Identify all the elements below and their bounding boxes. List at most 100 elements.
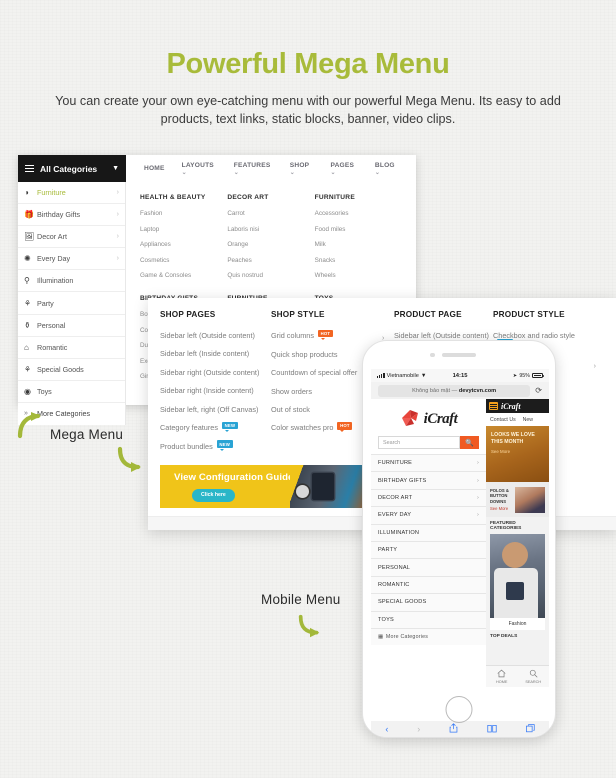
home-button[interactable] xyxy=(445,696,473,723)
sidebar-item-illumination[interactable]: ⚲ Illumination xyxy=(18,270,125,293)
mobile-menu-item-furniture[interactable]: FURNITURE › xyxy=(371,454,486,472)
site-logo[interactable]: iCraft xyxy=(371,399,486,436)
sidebar-item-party[interactable]: ⚘ Party xyxy=(18,292,125,315)
chevron-right-icon: › xyxy=(593,363,596,370)
nav-item-blog[interactable]: BLOG ⌄ xyxy=(375,162,399,176)
sidebar-item-label: Decor Art xyxy=(37,232,67,242)
mobile-menu-item-toys[interactable]: TOYS xyxy=(371,610,486,628)
menu-link[interactable]: Sidebar left (Outside content) xyxy=(160,331,265,340)
menu-link[interactable]: Sidebar left (Outside content) xyxy=(394,331,489,340)
mobile-menu-item-every-day[interactable]: EVERY DAY › xyxy=(371,506,486,524)
sidebar-item-furniture[interactable]: ◑ Furniture › xyxy=(18,182,125,205)
home-icon xyxy=(497,669,506,679)
featured-category-card[interactable]: Fashion xyxy=(490,534,545,630)
grid-icon: ▦ xyxy=(378,634,384,641)
mobile-menu-item-party[interactable]: PARTY xyxy=(371,540,486,559)
forward-icon: › xyxy=(417,724,421,734)
chevron-down-icon: ▼ xyxy=(112,165,119,172)
ios-status-bar: Vietnamobile ▼ 14:15 ➤ 95% xyxy=(371,369,549,382)
menu-link[interactable]: Countdown of special offer xyxy=(271,368,376,377)
sidebar-item-romantic[interactable]: ⌂ Romantic xyxy=(18,337,125,359)
promo-band[interactable]: POLOS & BUTTON DOWNS See More xyxy=(486,482,549,517)
menu-link[interactable]: Category features NEW xyxy=(160,421,265,432)
sidebar-item-label: Illumination xyxy=(37,276,74,286)
battery-percent-label: 95% xyxy=(519,372,530,379)
menu-link[interactable]: Snacks xyxy=(315,257,402,264)
share-icon[interactable] xyxy=(449,723,458,735)
sidebar-item-decor-art[interactable]: 🖼 Decor Art › xyxy=(18,226,125,249)
menu-link[interactable]: Orange xyxy=(227,241,314,248)
sidebar-item-every-day[interactable]: ✺ Every Day › xyxy=(18,248,125,271)
menu-link[interactable]: Wheels xyxy=(315,272,402,279)
menu-link[interactable]: Quis nostrud xyxy=(227,272,314,279)
promo-link[interactable]: See More xyxy=(490,506,512,511)
menu-link[interactable]: Quick shop products xyxy=(271,350,376,359)
sidebar-item-special-goods[interactable]: ⚘ Special Goods xyxy=(18,359,125,381)
menu-link[interactable]: Sidebar left, right (Off Canvas) xyxy=(160,405,265,414)
tab-label: SEARCH xyxy=(525,680,542,684)
tab-home[interactable]: HOME xyxy=(486,666,518,687)
menu-link[interactable]: Show orders xyxy=(271,387,376,396)
sidebar-item-personal[interactable]: ⚱ Personal xyxy=(18,315,125,337)
link-contact-us[interactable]: Contact Us xyxy=(490,417,516,423)
click-here-button[interactable]: Click here xyxy=(192,489,235,502)
menu-link[interactable]: Laboris nisi xyxy=(227,226,314,233)
hero-link[interactable]: See More xyxy=(491,449,544,454)
search-input[interactable]: Search xyxy=(378,436,460,449)
search-icon xyxy=(529,669,538,679)
menu-link[interactable]: Color swatches pro HOT xyxy=(271,421,376,432)
menu-link[interactable]: Sidebar left (Inside content) xyxy=(160,349,265,358)
config-guide-banner[interactable]: View Configuration Guide Click here xyxy=(160,465,386,508)
menu-link[interactable]: Cosmetics xyxy=(140,257,227,264)
reload-icon[interactable]: ⟳ xyxy=(535,386,542,395)
column-heading: PRODUCT STYLE xyxy=(493,310,565,319)
menu-link[interactable]: Peaches xyxy=(227,257,314,264)
link-new[interactable]: New xyxy=(523,417,533,423)
nav-item-layouts[interactable]: LAYOUTS ⌄ xyxy=(182,162,217,176)
picture-icon: 🖼 xyxy=(24,232,35,242)
hero-banner[interactable]: LOOKS WE LOVE THIS MONTH See More xyxy=(486,426,549,482)
menu-link[interactable]: Carrot xyxy=(227,210,314,217)
menu-link[interactable]: Milk xyxy=(315,241,402,248)
menu-link[interactable]: Out of stock xyxy=(271,405,376,414)
mobile-more-categories-button[interactable]: ▦ More Categories xyxy=(371,627,486,646)
menu-link[interactable]: Product bundles NEW xyxy=(160,440,265,451)
menu-link[interactable]: Accessories xyxy=(315,210,402,217)
nav-item-features[interactable]: FEATURES ⌄ xyxy=(234,162,273,176)
url-field[interactable]: Không bảo mật — devytcvn.com xyxy=(378,384,531,397)
search-icon[interactable]: 🔍 xyxy=(460,436,479,449)
mobile-menu-item-decor-art[interactable]: DECOR ART › xyxy=(371,488,486,507)
mobile-menu-item-special-goods[interactable]: SPECIAL GOODS xyxy=(371,593,486,611)
menu-link[interactable]: Sidebar right (Outside content) xyxy=(160,368,265,377)
hamburger-icon[interactable] xyxy=(489,402,498,410)
nav-item-home[interactable]: HOME xyxy=(144,165,165,172)
brand-label: iCraft xyxy=(423,410,458,427)
menu-link[interactable]: Fashion xyxy=(140,210,227,217)
mobile-tab-bar: HOME SEARCH xyxy=(486,665,549,687)
mobile-menu-item-romantic[interactable]: ROMANTIC xyxy=(371,575,486,594)
sidebar-item-birthday-gifts[interactable]: 🎁 Birthday Gifts › xyxy=(18,204,125,227)
back-icon[interactable]: ‹ xyxy=(385,724,388,734)
nav-item-pages[interactable]: PAGES ⌄ xyxy=(330,162,357,176)
tabs-icon[interactable] xyxy=(525,723,535,735)
menu-link[interactable]: Grid columns HOT xyxy=(271,329,376,340)
sidebar-item-label: Party xyxy=(37,298,54,308)
toy-icon: ◉ xyxy=(24,386,31,396)
menu-link[interactable]: Game & Consoles xyxy=(140,272,227,279)
mobile-menu-item-illumination[interactable]: ILLUMINATION xyxy=(371,523,486,541)
menu-link[interactable]: Appliances xyxy=(140,241,227,248)
security-label: Không bảo mật — xyxy=(412,387,458,394)
mobile-menu-item-personal[interactable]: PERSONAL xyxy=(371,558,486,576)
nav-item-shop[interactable]: SHOP ⌄ xyxy=(290,162,314,176)
mobile-site-links: Contact Us New xyxy=(486,413,549,426)
all-categories-button[interactable]: All Categories ▼ xyxy=(18,155,126,182)
sidebar-item-toys[interactable]: ◉ Toys xyxy=(18,381,125,403)
tab-search[interactable]: SEARCH xyxy=(518,666,550,687)
bookmarks-icon[interactable] xyxy=(487,724,497,735)
new-badge: NEW xyxy=(222,421,238,432)
menu-link[interactable]: Food miles xyxy=(315,226,402,233)
safari-url-bar[interactable]: Không bảo mật — devytcvn.com ⟳ xyxy=(371,382,549,399)
mobile-menu-item-birthday-gifts[interactable]: BIRTHDAY GIFTS › xyxy=(371,471,486,489)
menu-link[interactable]: Laptop xyxy=(140,226,227,233)
menu-link[interactable]: Sidebar right (Inside content) xyxy=(160,386,265,395)
